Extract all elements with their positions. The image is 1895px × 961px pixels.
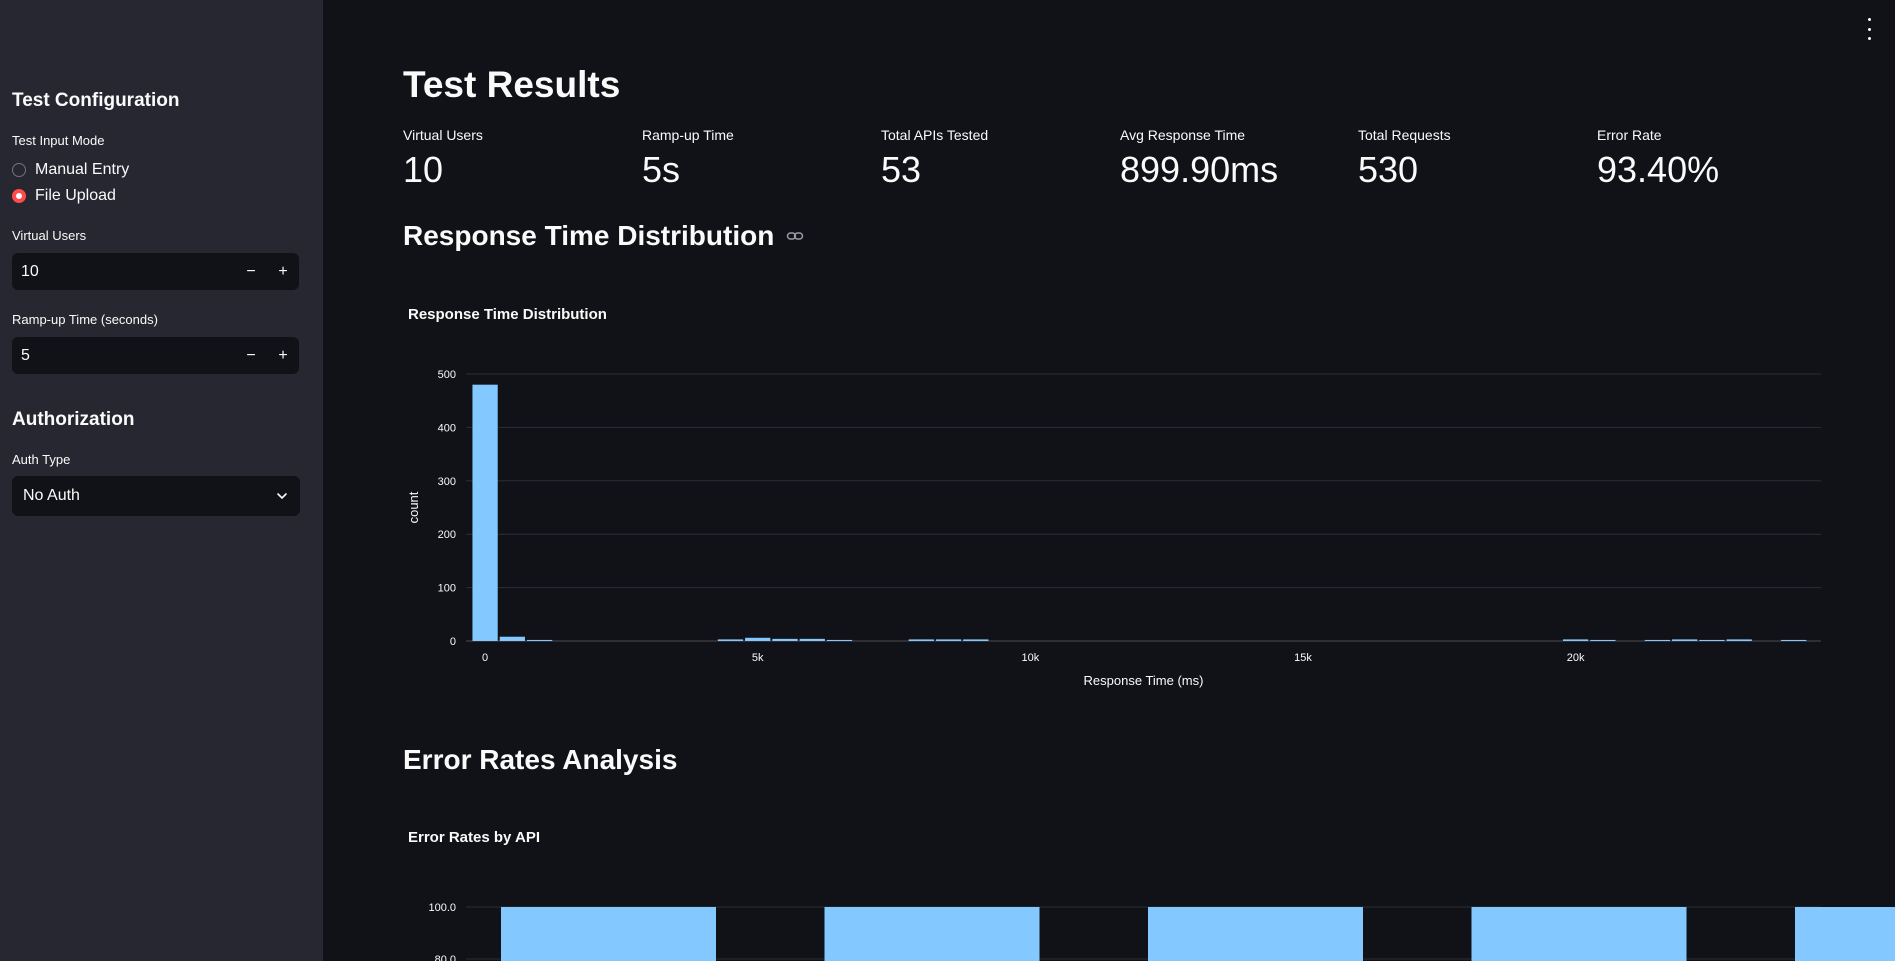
- error-rate-bar: [501, 907, 716, 961]
- error-rates-bar-chart: 100.0 80.0: [428, 902, 1895, 961]
- error-rate-bar: [1471, 907, 1687, 961]
- error-rate-bar: [1148, 907, 1363, 961]
- y-tick-label: 80.0: [435, 954, 456, 961]
- y-tick-label: 100.0: [428, 902, 456, 914]
- error-rate-bar: [824, 907, 1040, 961]
- error-rate-bar: [1795, 907, 1895, 961]
